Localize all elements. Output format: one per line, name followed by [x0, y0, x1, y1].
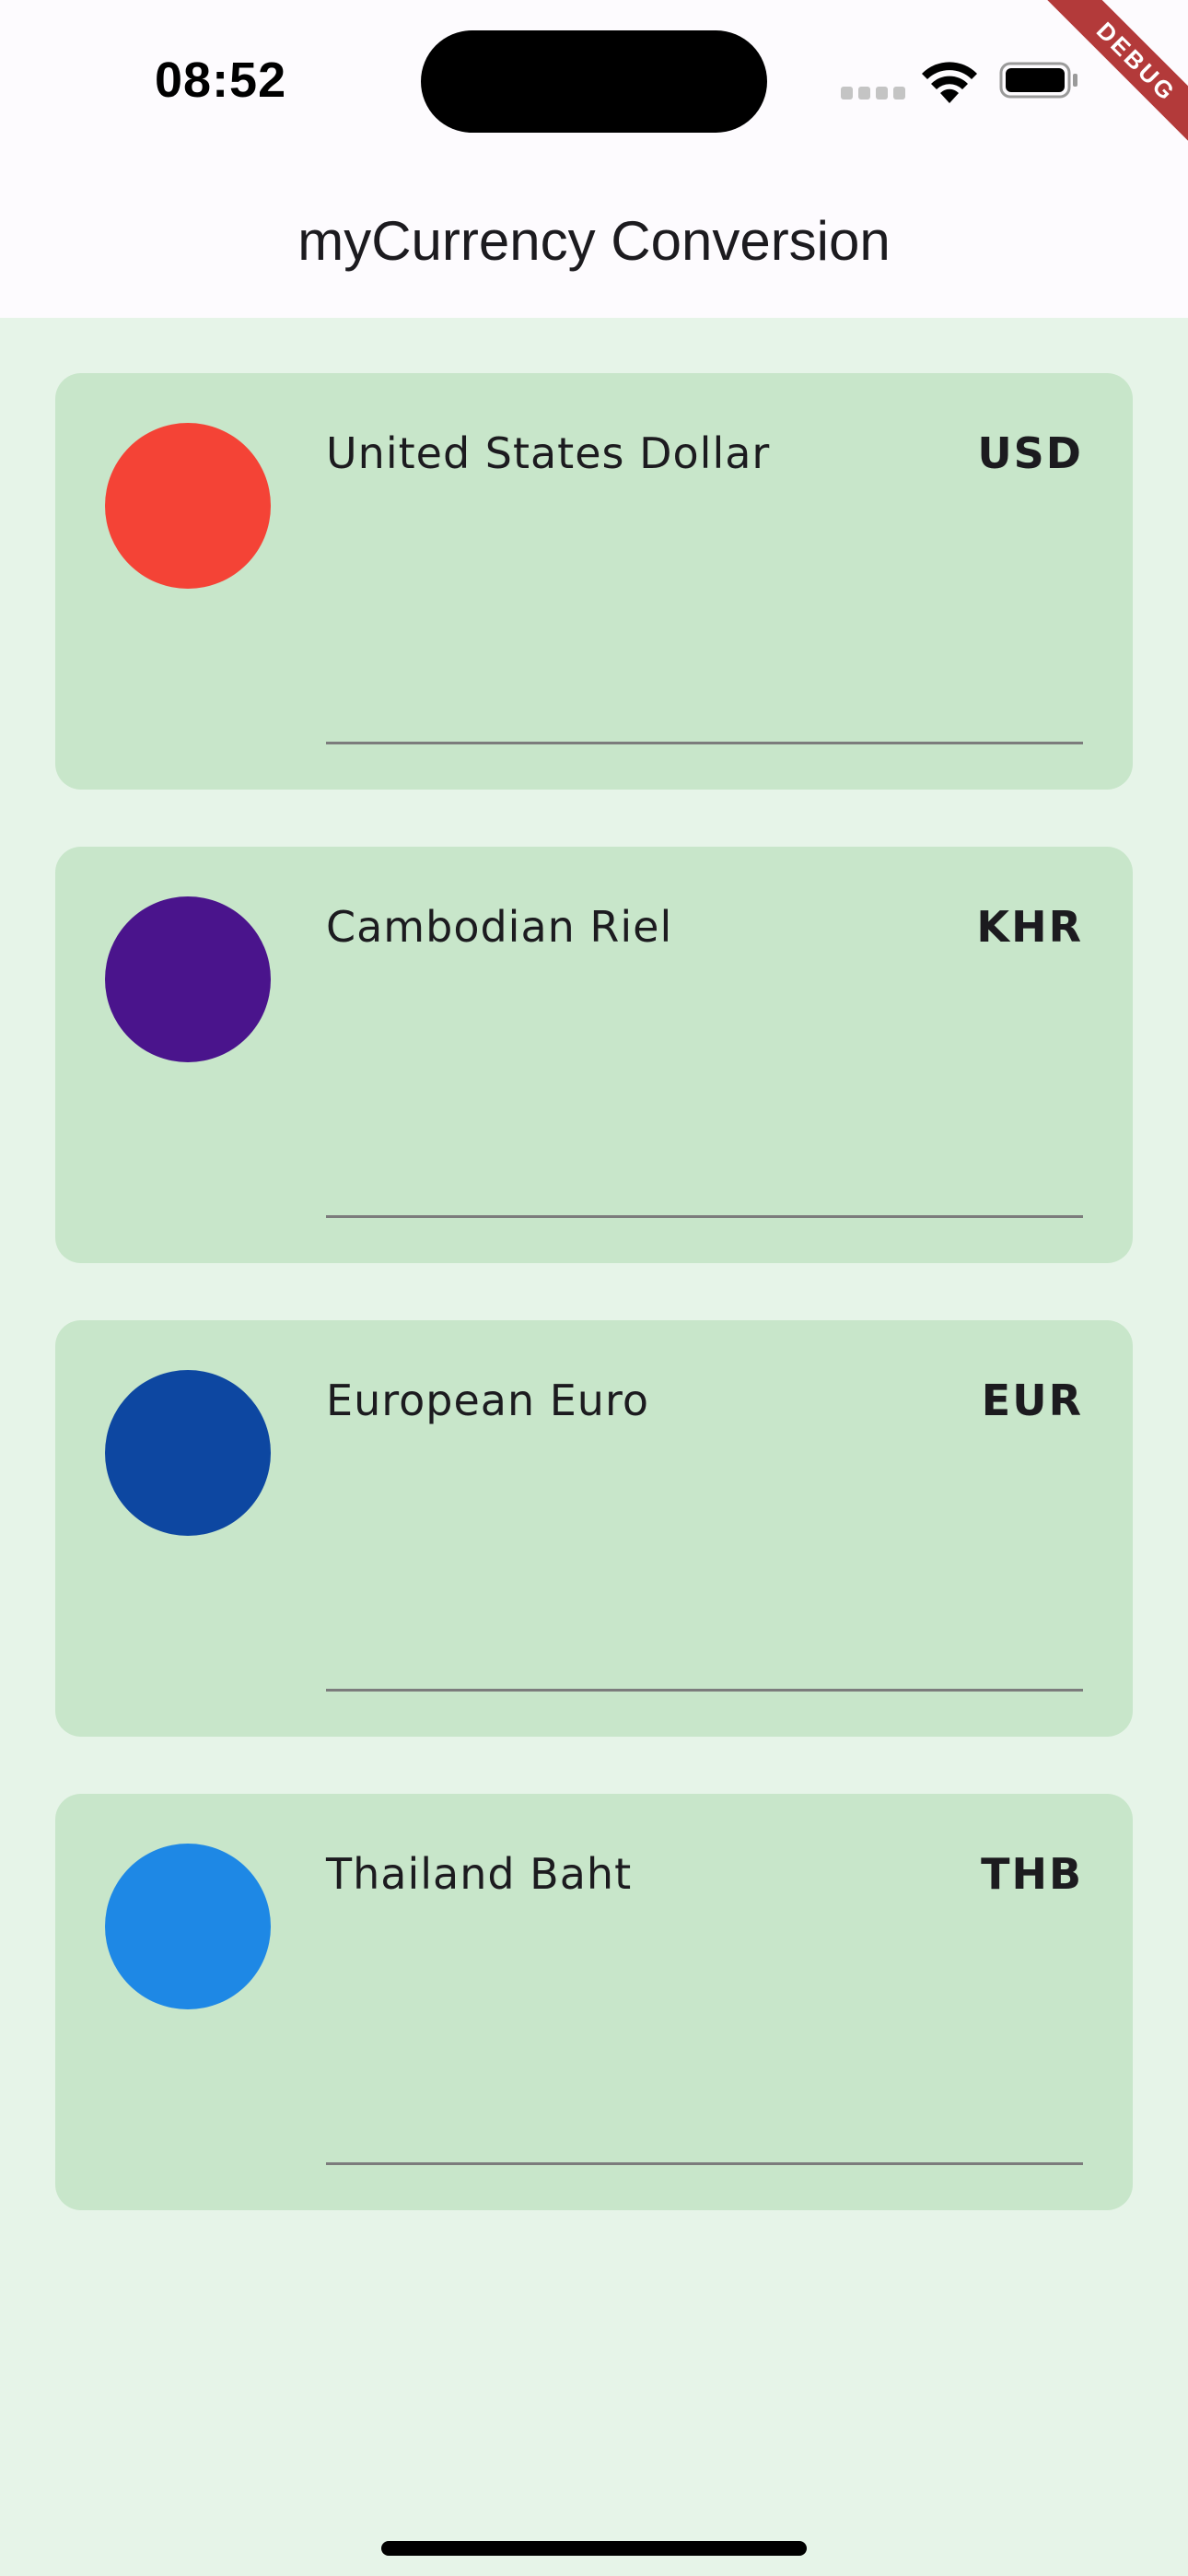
amount-input-thb[interactable]: [326, 1932, 1083, 2165]
currency-avatar: [105, 1844, 271, 2009]
currency-name: Thailand Baht: [326, 1849, 633, 1899]
amount-input-khr[interactable]: [326, 985, 1083, 1218]
debug-banner-label: DEBUG: [1038, 0, 1188, 157]
currency-card-thb: Thailand Baht THB: [55, 1794, 1133, 2210]
status-bar: 08:52 DEBUG: [0, 0, 1188, 161]
currency-name: Cambodian Riel: [326, 902, 673, 952]
currency-code: USD: [977, 428, 1083, 478]
cellular-signal-icon: [841, 87, 905, 100]
currency-avatar: [105, 896, 271, 1062]
currency-avatar: [105, 1370, 271, 1536]
home-indicator[interactable]: [381, 2541, 807, 2556]
currency-code: EUR: [981, 1376, 1083, 1425]
wifi-icon: [922, 62, 977, 103]
currency-name: United States Dollar: [326, 428, 771, 478]
currency-card-usd: United States Dollar USD: [55, 373, 1133, 790]
currency-avatar: [105, 423, 271, 589]
currency-list: United States Dollar USD Cambodian Riel …: [55, 373, 1133, 2267]
app-bar: myCurrency Conversion: [0, 161, 1188, 318]
currency-card-khr: Cambodian Riel KHR: [55, 847, 1133, 1263]
amount-input-usd[interactable]: [326, 511, 1083, 744]
currency-name: European Euro: [326, 1376, 649, 1425]
currency-code: THB: [981, 1849, 1083, 1899]
currency-card-eur: European Euro EUR: [55, 1320, 1133, 1737]
dynamic-island: [421, 30, 767, 133]
debug-banner: DEBUG: [1031, 0, 1188, 157]
amount-input-eur[interactable]: [326, 1458, 1083, 1692]
page-title: myCurrency Conversion: [297, 210, 891, 272]
currency-code: KHR: [976, 902, 1083, 952]
status-time: 08:52: [155, 53, 287, 108]
